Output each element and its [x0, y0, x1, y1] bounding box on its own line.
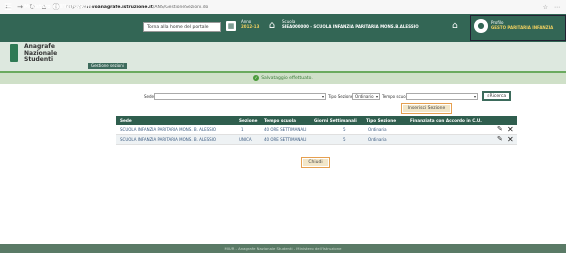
tipo-sezione-value: Ordinario [355, 94, 374, 99]
filter-bar: Sede ▾ Tipo Sezione Ordinario ▾ Tempo scu… [144, 92, 490, 102]
anno-value: 2012-13 [241, 24, 260, 29]
url-path: /ANS/GestioneSezioni.do [152, 4, 209, 10]
cell-tempo: 40 ORE SETTIMANALI [264, 137, 307, 142]
col-sezione: Sezione [239, 118, 258, 123]
school-year-info[interactable]: Anno 2012-13 [241, 19, 259, 29]
sede-label: Sede [144, 94, 154, 99]
edit-icon[interactable]: ✎ [497, 125, 503, 134]
sections-table: Sede Sezione Tempo scuola Giorni Settima… [116, 116, 517, 145]
edit-icon[interactable]: ✎ [497, 135, 503, 144]
footer-text: MIUR - Anagrafe Nazionale Studenti - Min… [224, 246, 342, 251]
scuola-value: SIEA000000 - SCUOLA INFANZIA PARITARIA M… [282, 24, 419, 29]
home-nav-icon[interactable]: ⌂ [452, 21, 458, 31]
app-name-line3: Studenti [24, 56, 54, 63]
school-icon: ⌂ [268, 20, 276, 31]
cell-giorni: 5 [343, 127, 346, 132]
tipo-sezione-label: Tipo Sezione [328, 94, 354, 99]
forward-icon[interactable]: → [16, 3, 24, 11]
app-header [0, 42, 566, 71]
breadcrumb[interactable]: Gestione sezioni [88, 63, 127, 69]
tempo-scuola-select[interactable]: ▾ [406, 93, 478, 100]
chevron-down-icon: ▾ [321, 94, 324, 99]
ministry-title: Ministero dell'Istruzione [24, 4, 93, 10]
browser-menu-icon[interactable]: ⋯ [554, 4, 560, 11]
profilo-value: GESTO PARITARIA INFANZIA [491, 25, 554, 30]
cell-sezione: 1 [241, 127, 244, 132]
tipo-sezione-select[interactable]: Ordinario ▾ [352, 93, 380, 100]
cell-sede: SCUOLA INFANZIA PARITARIA MONS. B. ALESS… [120, 137, 217, 142]
col-giorni: Giorni Settimanali [314, 118, 357, 123]
app-name: Anagrafe Nazionale Studenti [24, 43, 57, 64]
message-bar: ✓ Salvataggio effettuato. [0, 73, 566, 84]
close-button-label: Chiudi [303, 159, 328, 166]
address-bar[interactable]: https://nuovoanagrafe.istruzione.it/ANS/… [66, 5, 486, 10]
close-button[interactable]: Chiudi [301, 157, 330, 168]
search-button[interactable]: ⌕Ricerca [482, 91, 512, 101]
portal-home-link[interactable]: Torna alla home del portale [143, 22, 221, 32]
hamburger-menu-icon[interactable]: ☰ [4, 4, 14, 13]
sede-select[interactable]: ▾ [154, 93, 326, 100]
delete-icon[interactable]: ✕ [507, 135, 514, 144]
delete-icon[interactable]: ✕ [507, 125, 514, 134]
table-row: SCUOLA INFANZIA PARITARIA MONS. B. ALESS… [116, 135, 517, 145]
app-logo-icon [10, 44, 18, 62]
user-profile-icon: ● [474, 19, 488, 33]
success-message: ✓ Salvataggio effettuato. [253, 74, 313, 81]
insert-section-button[interactable]: Inserisci Sezione [401, 103, 452, 114]
cell-tipo: Ordinaria [368, 137, 387, 142]
calendar-icon: ▦ [226, 21, 236, 31]
insert-section-label: Inserisci Sezione [403, 105, 450, 112]
profile-info: Profilo GESTO PARITARIA INFANZIA [491, 20, 553, 30]
success-check-icon: ✓ [253, 74, 260, 81]
table-header: Sede Sezione Tempo scuola Giorni Settima… [116, 116, 517, 125]
col-tempo: Tempo scuola [264, 118, 296, 123]
success-message-text: Salvataggio effettuato. [261, 76, 313, 81]
search-button-label: Ricerca [489, 94, 507, 99]
cell-tipo: Ordinaria [368, 127, 387, 132]
col-sede: Sede [120, 118, 132, 123]
table-row: SCUOLA INFANZIA PARITARIA MONS. B. ALESS… [116, 125, 517, 135]
cell-tempo: 40 ORE SETTIMANALI [264, 127, 307, 132]
footer: MIUR - Anagrafe Nazionale Studenti - Min… [0, 244, 566, 253]
chevron-down-icon: ▾ [473, 94, 476, 99]
col-finanziata: Finanziata con Accordo in C.U. [410, 118, 482, 123]
bookmark-star-icon[interactable]: ☆ [543, 4, 548, 11]
school-info[interactable]: Scuola SIEA000000 - SCUOLA INFANZIA PARI… [282, 19, 419, 29]
cell-sede: SCUOLA INFANZIA PARITARIA MONS. B. ALESS… [120, 127, 217, 132]
col-tipo: Tipo Sezione [366, 118, 397, 123]
cell-sezione: UNICA [239, 137, 252, 142]
chevron-down-icon: ▾ [375, 94, 378, 99]
cell-giorni: 5 [343, 137, 346, 142]
